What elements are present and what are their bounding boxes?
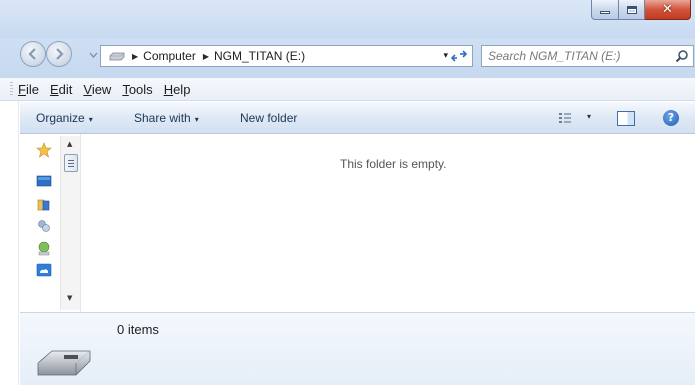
search-icon[interactable] [675,49,689,63]
item-count: 0 items [117,322,159,337]
window-left-edge [0,101,20,385]
preview-pane-icon[interactable] [617,111,635,126]
recent-pages-dropdown-icon[interactable] [89,51,98,59]
empty-folder-message: This folder is empty. [340,157,447,171]
drive-icon [109,52,125,61]
new-folder-button[interactable]: New folder [240,111,297,125]
view-options-chevron-icon[interactable]: ▾ [587,112,591,121]
breadcrumb-separator-icon[interactable]: ▶ [203,52,209,61]
minimize-icon [600,11,610,14]
scroll-down-arrow-icon[interactable]: ▼ [67,294,72,302]
chevron-down-icon: ▾ [88,115,93,124]
address-row: ▶ Computer ▶ NGM_TITAN (E:) ▾ [0,38,695,78]
back-button[interactable] [20,41,46,67]
help-icon[interactable]: ? [663,110,679,126]
maximize-button[interactable] [619,0,645,20]
frame-divider [18,101,19,385]
removable-drive-icon [37,350,91,376]
forward-button[interactable] [46,41,72,67]
forward-arrow-icon [56,48,64,60]
search-input[interactable] [488,49,668,63]
command-bar: Organize ▾ Share with ▾ New folder ▾ ? [0,102,695,134]
desktop-icon[interactable] [36,173,52,189]
change-view-icon[interactable] [558,112,572,124]
network-icon[interactable] [36,240,52,256]
address-history-dropdown-icon[interactable]: ▾ [443,51,448,61]
close-icon: ✕ [662,2,673,17]
breadcrumb-drive[interactable]: NGM_TITAN (E:) [214,49,305,63]
minimize-button[interactable] [591,0,619,20]
menu-help[interactable]: Help [164,82,191,97]
breadcrumb-separator-icon[interactable]: ▶ [132,52,138,61]
navigation-scrollbar[interactable]: ▲ ▼ [60,136,80,310]
file-list-area[interactable]: This folder is empty. [82,134,695,312]
menu-bar: File Edit View Tools Help [0,78,695,101]
scroll-thumb[interactable] [64,154,78,172]
details-pane: 0 items [20,312,695,385]
menu-edit[interactable]: Edit [50,82,72,97]
menu-file[interactable]: File [18,82,39,97]
breadcrumb-computer[interactable]: Computer [143,49,196,63]
back-arrow-icon [28,48,36,60]
menu-tools[interactable]: Tools [122,82,152,97]
refresh-icon[interactable] [450,49,468,63]
chevron-down-icon: ▾ [194,115,199,124]
onedrive-icon[interactable] [36,262,52,278]
share-with-button[interactable]: Share with ▾ [134,111,199,125]
title-bar: ✕ [0,0,695,38]
libraries-icon[interactable] [36,196,52,212]
homegroup-icon[interactable] [36,218,52,234]
organize-button[interactable]: Organize ▾ [36,111,93,125]
close-button[interactable]: ✕ [645,0,691,20]
window-controls: ✕ [591,0,691,20]
menu-view[interactable]: View [83,82,111,97]
scroll-up-arrow-icon[interactable]: ▲ [67,140,72,148]
address-bar[interactable]: ▶ Computer ▶ NGM_TITAN (E:) ▾ [100,45,473,67]
maximize-icon [626,5,637,14]
favorites-star-icon[interactable] [36,142,52,158]
search-box[interactable] [481,45,694,67]
menu-grip [10,81,13,97]
